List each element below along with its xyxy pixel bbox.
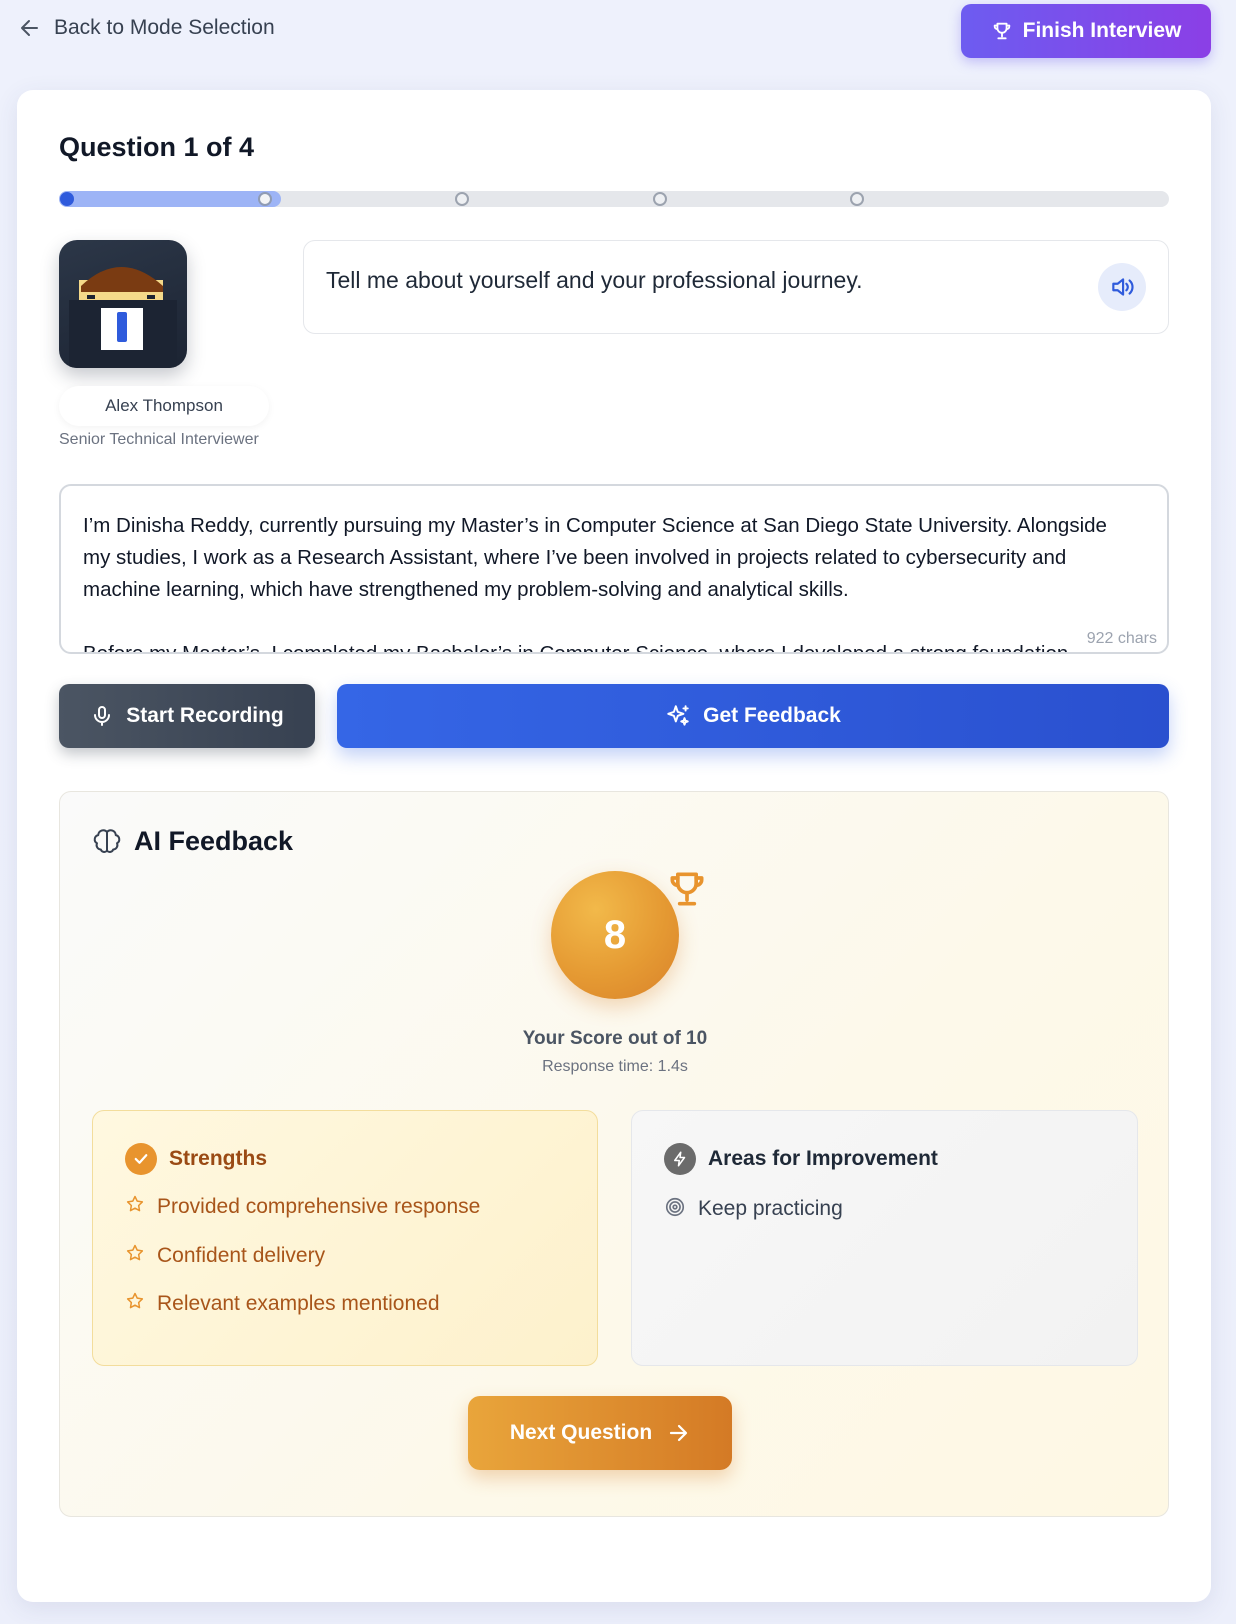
top-bar: Back to Mode Selection Finish Interview xyxy=(0,0,1236,62)
microphone-icon xyxy=(94,706,111,726)
target-icon xyxy=(665,1197,685,1217)
improvement-text: Keep practicing xyxy=(698,1197,843,1220)
improvements-heading: Areas for Improvement xyxy=(664,1143,938,1175)
finish-interview-button[interactable]: Finish Interview xyxy=(961,4,1211,58)
interviewer-name: Alex Thompson xyxy=(59,386,269,426)
read-question-aloud-button[interactable] xyxy=(1098,263,1146,311)
trophy-icon xyxy=(993,22,1010,40)
start-recording-label: Start Recording xyxy=(126,704,284,727)
sparkles-icon xyxy=(667,705,689,726)
question-counter: Question 1 of 4 xyxy=(59,132,255,162)
improvements-title: Areas for Improvement xyxy=(708,1147,938,1170)
lightning-icon xyxy=(664,1143,696,1175)
trophy-icon xyxy=(670,872,704,906)
strengths-heading: Strengths xyxy=(125,1143,267,1175)
score-badge: 8 xyxy=(551,871,679,999)
question-text: Tell me about yourself and your professi… xyxy=(326,267,863,293)
finish-interview-label: Finish Interview xyxy=(1022,19,1182,42)
strength-item: Provided comprehensive response xyxy=(125,1195,480,1219)
brain-icon xyxy=(93,828,121,853)
response-time: Response time: 1.4s xyxy=(542,1058,688,1075)
star-icon xyxy=(126,1244,144,1261)
arrow-right-icon xyxy=(670,1424,688,1442)
strengths-card: Strengths Provided comprehensive respons… xyxy=(92,1110,598,1366)
interview-card: Question 1 of 4 Alex Thompson Senior Tec… xyxy=(17,90,1211,1602)
progress-step-dot xyxy=(652,192,667,206)
star-icon xyxy=(126,1195,144,1212)
ai-feedback-panel: AI Feedback 8 Your Score out of 10 Respo… xyxy=(59,791,1169,1517)
strength-text: Provided comprehensive response xyxy=(157,1195,481,1218)
progress-step-dot xyxy=(455,192,469,206)
avatar-illustration xyxy=(69,267,177,368)
next-question-label: Next Question xyxy=(509,1421,653,1444)
score-value: 8 xyxy=(603,912,627,957)
strength-item: Relevant examples mentioned xyxy=(125,1292,440,1316)
ai-feedback-title: AI Feedback xyxy=(134,826,294,856)
question-progress-bar xyxy=(59,191,1169,207)
score-label: Your Score out of 10 xyxy=(522,1028,708,1049)
improvement-item: Keep practicing xyxy=(664,1197,843,1221)
get-feedback-button[interactable]: Get Feedback xyxy=(337,684,1169,748)
progress-step-dot xyxy=(60,192,74,206)
interviewer-role: Senior Technical Interviewer xyxy=(59,431,259,448)
interviewer-avatar xyxy=(59,240,187,368)
strengths-title: Strengths xyxy=(169,1147,268,1170)
character-count: 922 chars xyxy=(1084,630,1159,648)
strength-text: Confident delivery xyxy=(157,1244,326,1267)
next-question-button[interactable]: Next Question xyxy=(468,1396,732,1470)
get-feedback-label: Get Feedback xyxy=(703,704,841,727)
ai-feedback-heading: AI Feedback xyxy=(92,826,293,857)
strength-text: Relevant examples mentioned xyxy=(157,1292,440,1315)
back-to-mode-selection-link[interactable]: Back to Mode Selection xyxy=(18,16,275,40)
star-icon xyxy=(126,1292,144,1309)
progress-step-dot xyxy=(257,192,272,206)
progress-step-dot xyxy=(850,192,864,206)
start-recording-button[interactable]: Start Recording xyxy=(59,684,315,748)
check-circle-icon xyxy=(125,1143,157,1175)
question-bubble: Tell me about yourself and your professi… xyxy=(303,240,1169,334)
back-link-label: Back to Mode Selection xyxy=(54,16,275,39)
strength-item: Confident delivery xyxy=(125,1244,325,1268)
progress-fill xyxy=(59,191,281,207)
improvements-card: Areas for Improvement Keep practicing xyxy=(631,1110,1138,1366)
answer-text[interactable]: I’m Dinisha Reddy, currently pursuing my… xyxy=(83,510,1133,652)
arrow-left-icon xyxy=(21,20,38,36)
answer-textarea[interactable]: I’m Dinisha Reddy, currently pursuing my… xyxy=(59,484,1169,654)
speaker-icon xyxy=(1112,278,1134,296)
